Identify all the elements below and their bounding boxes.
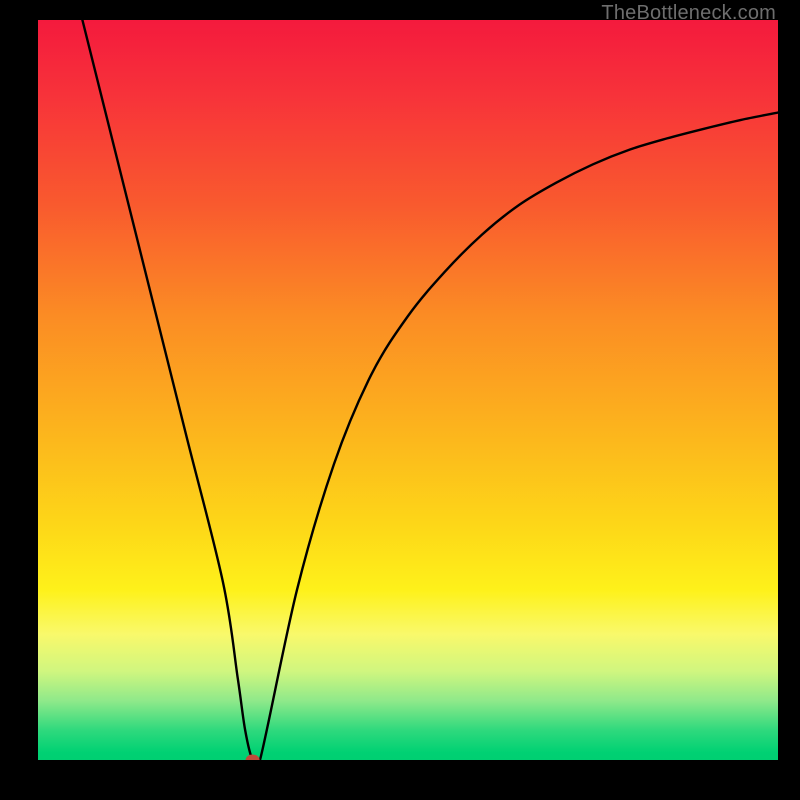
bottleneck-curve (82, 20, 778, 760)
chart-frame: TheBottleneck.com (0, 0, 800, 800)
curve-svg (38, 20, 778, 760)
minimum-marker (246, 755, 260, 761)
plot-area (38, 20, 778, 760)
